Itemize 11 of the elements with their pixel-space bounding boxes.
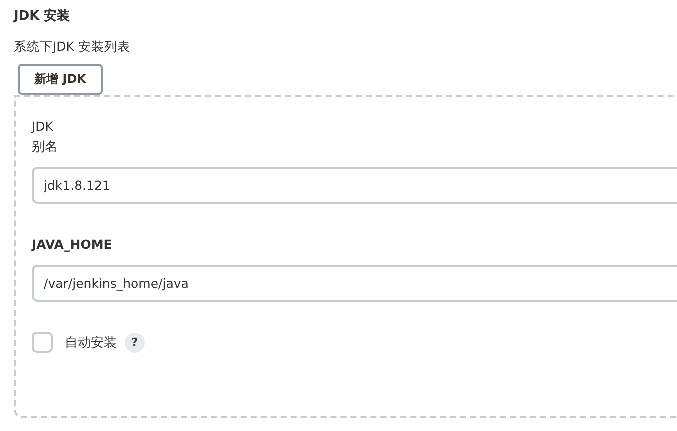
section-title: JDK 安装 xyxy=(14,8,72,26)
checkbox-label: 自动安装 xyxy=(65,334,117,352)
input-field[interactable]: jdk1.8.121 xyxy=(32,167,677,204)
section-description: 系统下JDK 安装列表 xyxy=(14,38,132,56)
field-label: 别名 xyxy=(32,139,59,157)
help-button[interactable]: ? xyxy=(125,332,145,352)
field-label: JAVA_HOME xyxy=(32,236,114,254)
add-jdk-button[interactable]: 新增 JDK xyxy=(18,64,103,95)
checkbox[interactable] xyxy=(32,332,53,353)
input-field[interactable]: /var/jenkins_home/java xyxy=(32,265,677,302)
panel-heading: JDK xyxy=(32,118,55,136)
